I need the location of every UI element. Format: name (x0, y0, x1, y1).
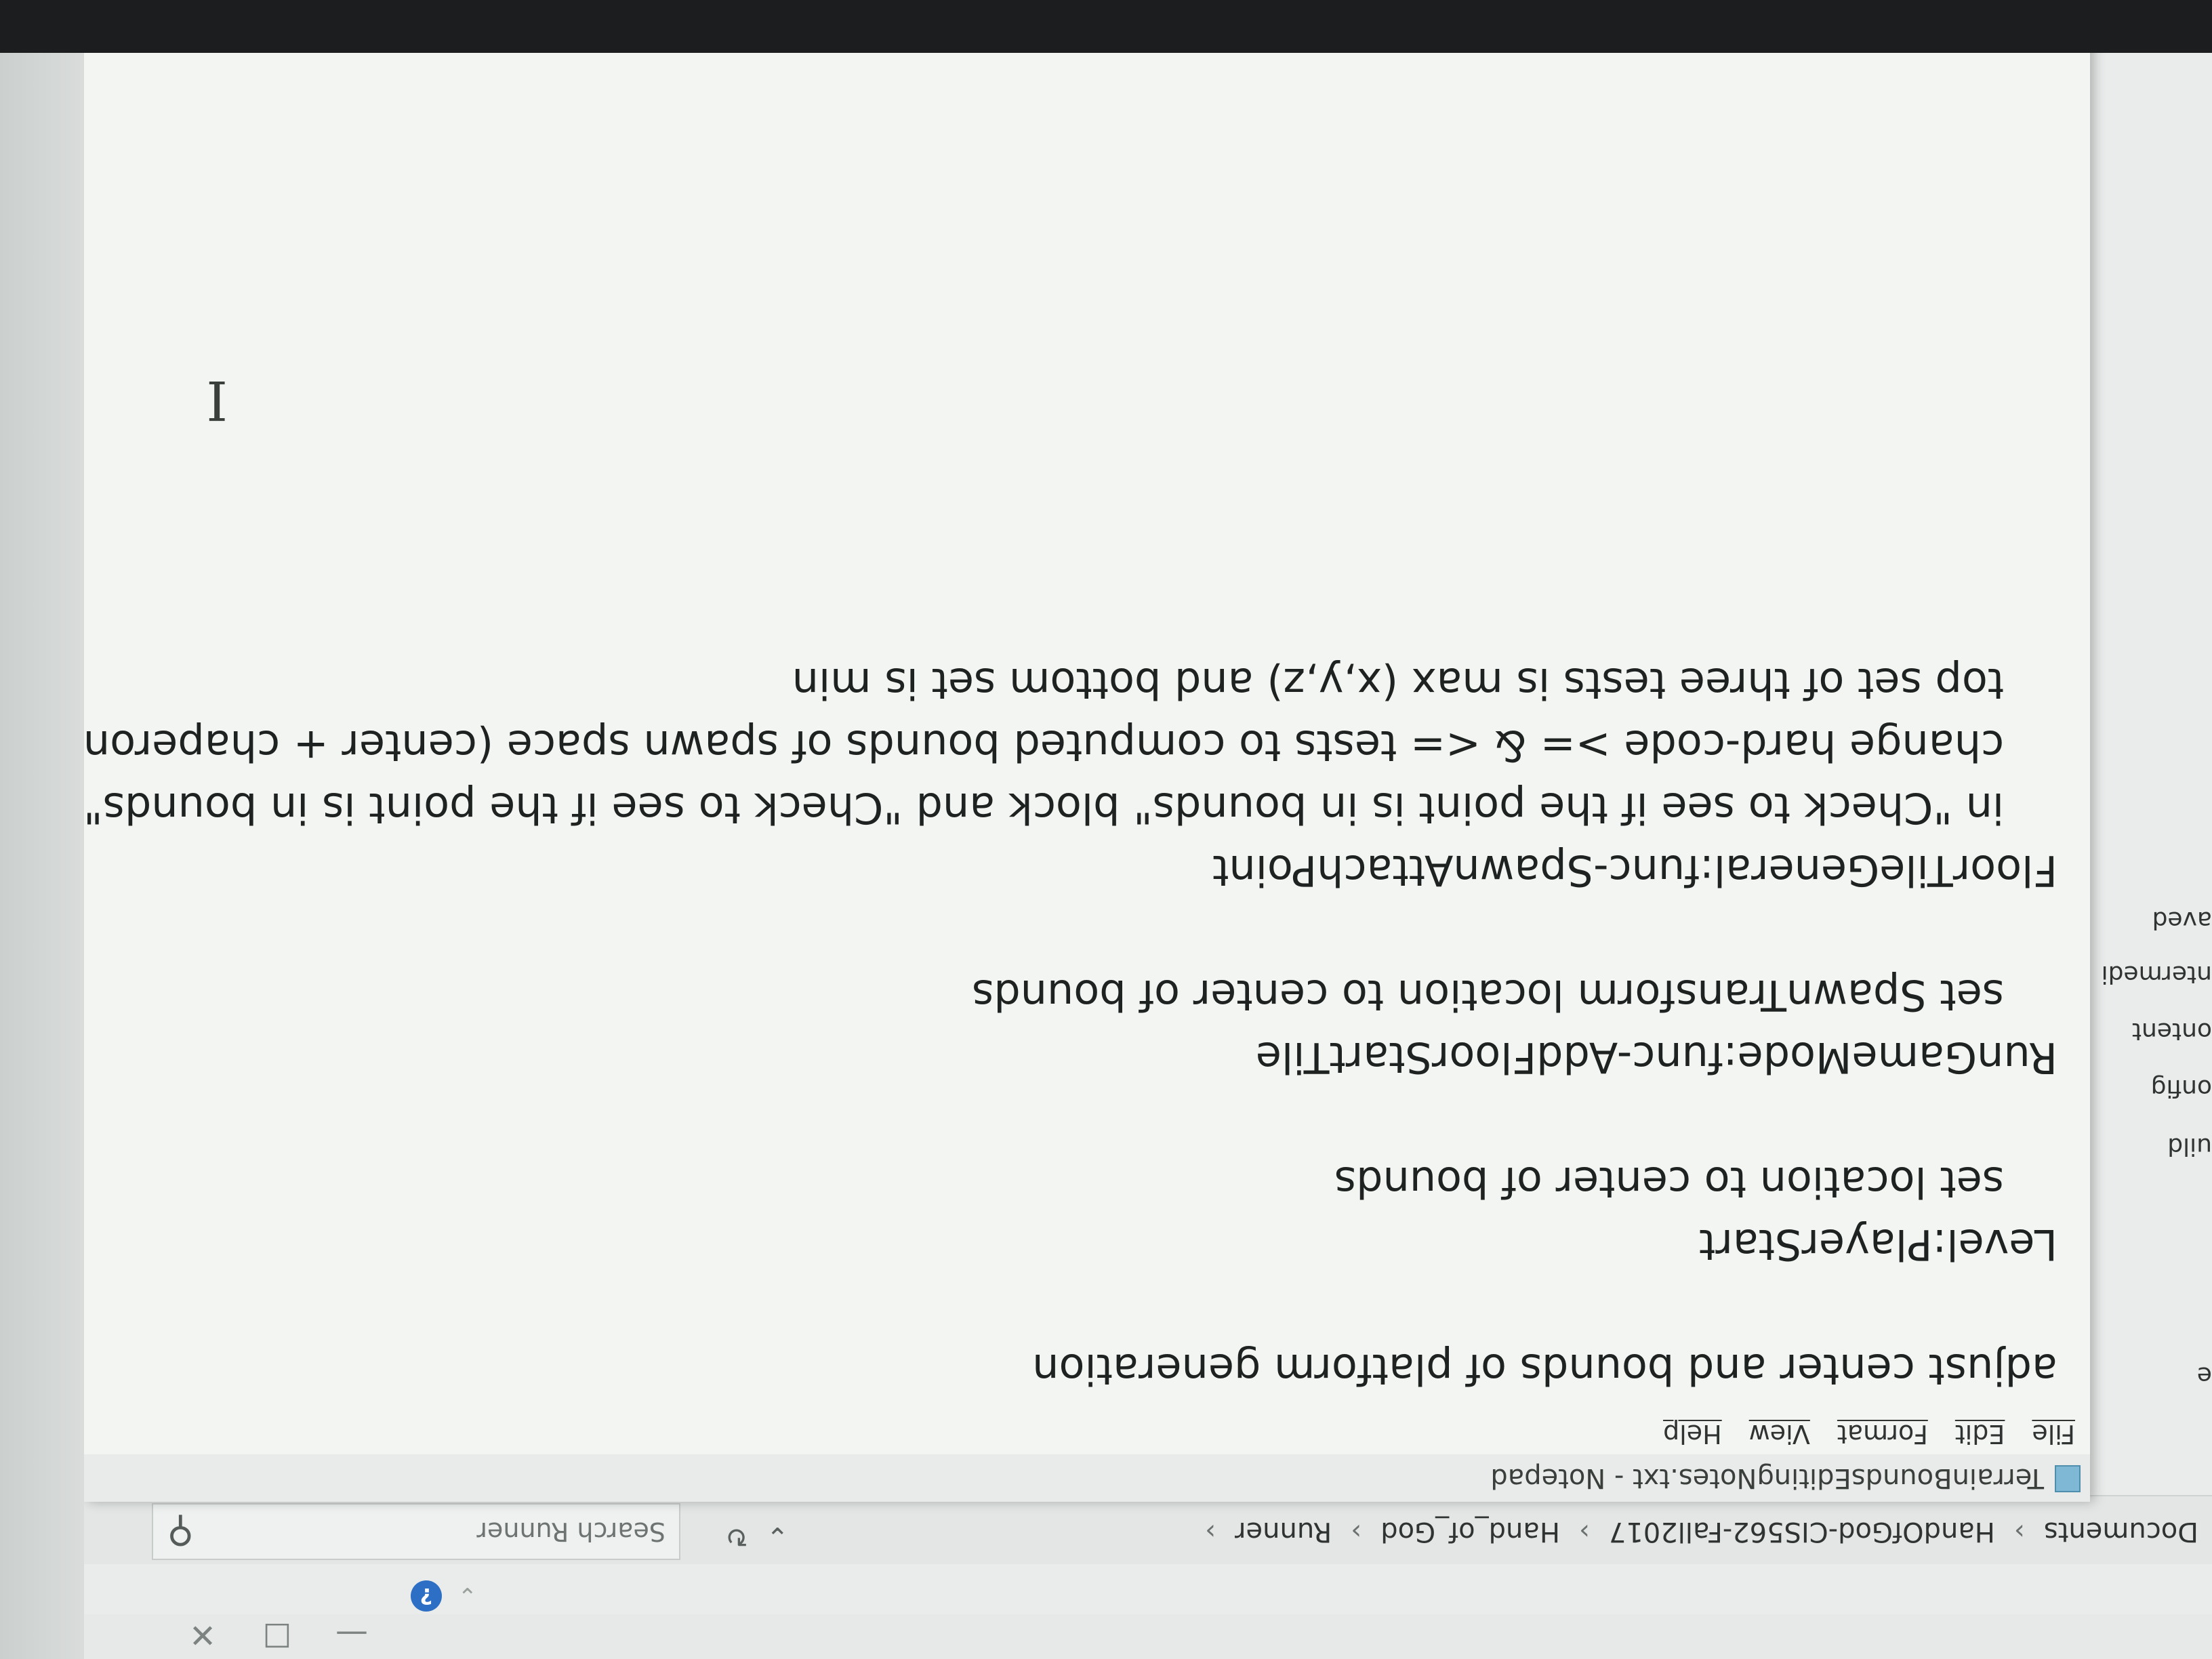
chevron-right-icon[interactable]: › (1351, 1516, 1361, 1547)
explorer-titlebar: — ☐ ✕ (84, 1614, 2212, 1659)
breadcrumb-documents[interactable]: Documents (2044, 1516, 2198, 1547)
search-input[interactable]: Search Runner ⚲ (152, 1503, 680, 1560)
nav-item-content[interactable]: ontent (2132, 1017, 2212, 1045)
nav-item-intermediate[interactable]: ntermedi (2102, 960, 2212, 988)
text-line: change hard-code >= & <= tests to comput… (0, 721, 2057, 771)
breadcrumb-hand-of-god[interactable]: Hand_of_God (1380, 1516, 1560, 1547)
breadcrumb-project[interactable]: HandOfGod-CIS562-Fall2017 (1609, 1516, 1995, 1547)
text-line: RunGameMode:func-AddFloorStartTile (1255, 1033, 2057, 1082)
screen: — ☐ ✕ ⌄ ? Documents › HandOfGod-CIS562-F… (0, 0, 2212, 1659)
menu-bar: File Edit Format View Help (84, 1408, 2090, 1449)
notepad-icon (2055, 1465, 2081, 1492)
menu-format[interactable]: Format (1837, 1408, 1928, 1449)
navigation-pane: e uild onfig ontent ntermedi aved (2097, 609, 2212, 1490)
text-line: set location to center of bounds (1334, 1158, 2057, 1207)
search-placeholder: Search Runner (476, 1517, 665, 1547)
nav-item-build[interactable]: uild (2167, 1132, 2212, 1160)
close-button[interactable]: ✕ (165, 1616, 240, 1654)
notepad-titlebar: TerrainBoundsEditingNotes.txt - Notepad (84, 1454, 2090, 1502)
address-bar[interactable]: Documents › HandOfGod-CIS562-Fall2017 › … (84, 1495, 2212, 1564)
nav-item-config[interactable]: onfig (2151, 1074, 2212, 1102)
window-edge (0, 0, 84, 1659)
refresh-icon[interactable]: ↻ (725, 1521, 748, 1552)
menu-help[interactable]: Help (1663, 1408, 1722, 1449)
text-cursor-icon: I (206, 369, 228, 432)
text-line: in "Check to see if the point is in boun… (0, 783, 2057, 833)
help-button[interactable]: ? (411, 1580, 442, 1612)
breadcrumb: Documents › HandOfGod-CIS562-Fall2017 › … (1205, 1504, 2198, 1559)
nav-item[interactable]: e (2197, 1361, 2212, 1389)
text-line: set SpawnTransform location to center of… (972, 970, 2057, 1020)
minimize-button[interactable]: — (314, 1616, 389, 1654)
text-line: adjust center and bounds of platform gen… (1032, 1345, 2057, 1394)
monitor-bezel (0, 0, 2212, 53)
menu-file[interactable]: File (2032, 1408, 2075, 1449)
chevron-right-icon[interactable]: › (2014, 1516, 2025, 1547)
text-editor-area[interactable]: adjust center and bounds of platform gen… (0, 31, 2057, 1400)
text-line: FloorTileGeneral:func-SpawnAttachPoint (1212, 846, 2057, 895)
menu-edit[interactable]: Edit (1955, 1408, 2005, 1449)
nav-item-saved[interactable]: aved (2152, 906, 2212, 934)
text-line: Level:PlayerStart (1699, 1220, 2057, 1269)
chevron-right-icon[interactable]: › (1205, 1516, 1216, 1547)
chevron-down-icon[interactable]: ⌄ (458, 1582, 478, 1609)
maximize-button[interactable]: ☐ (240, 1616, 314, 1654)
chevron-down-icon[interactable]: ⌄ (766, 1521, 789, 1552)
window-title: TerrainBoundsEditingNotes.txt - Notepad (1490, 1462, 2044, 1494)
notepad-window: TerrainBoundsEditingNotes.txt - Notepad … (0, 0, 2090, 1502)
search-icon[interactable]: ⚲ (167, 1511, 194, 1553)
text-line: top set of three tests is max (x,y,z) an… (792, 659, 2057, 708)
breadcrumb-runner[interactable]: Runner (1235, 1516, 1332, 1547)
menu-view[interactable]: View (1749, 1408, 1810, 1449)
chevron-right-icon[interactable]: › (1579, 1516, 1590, 1547)
